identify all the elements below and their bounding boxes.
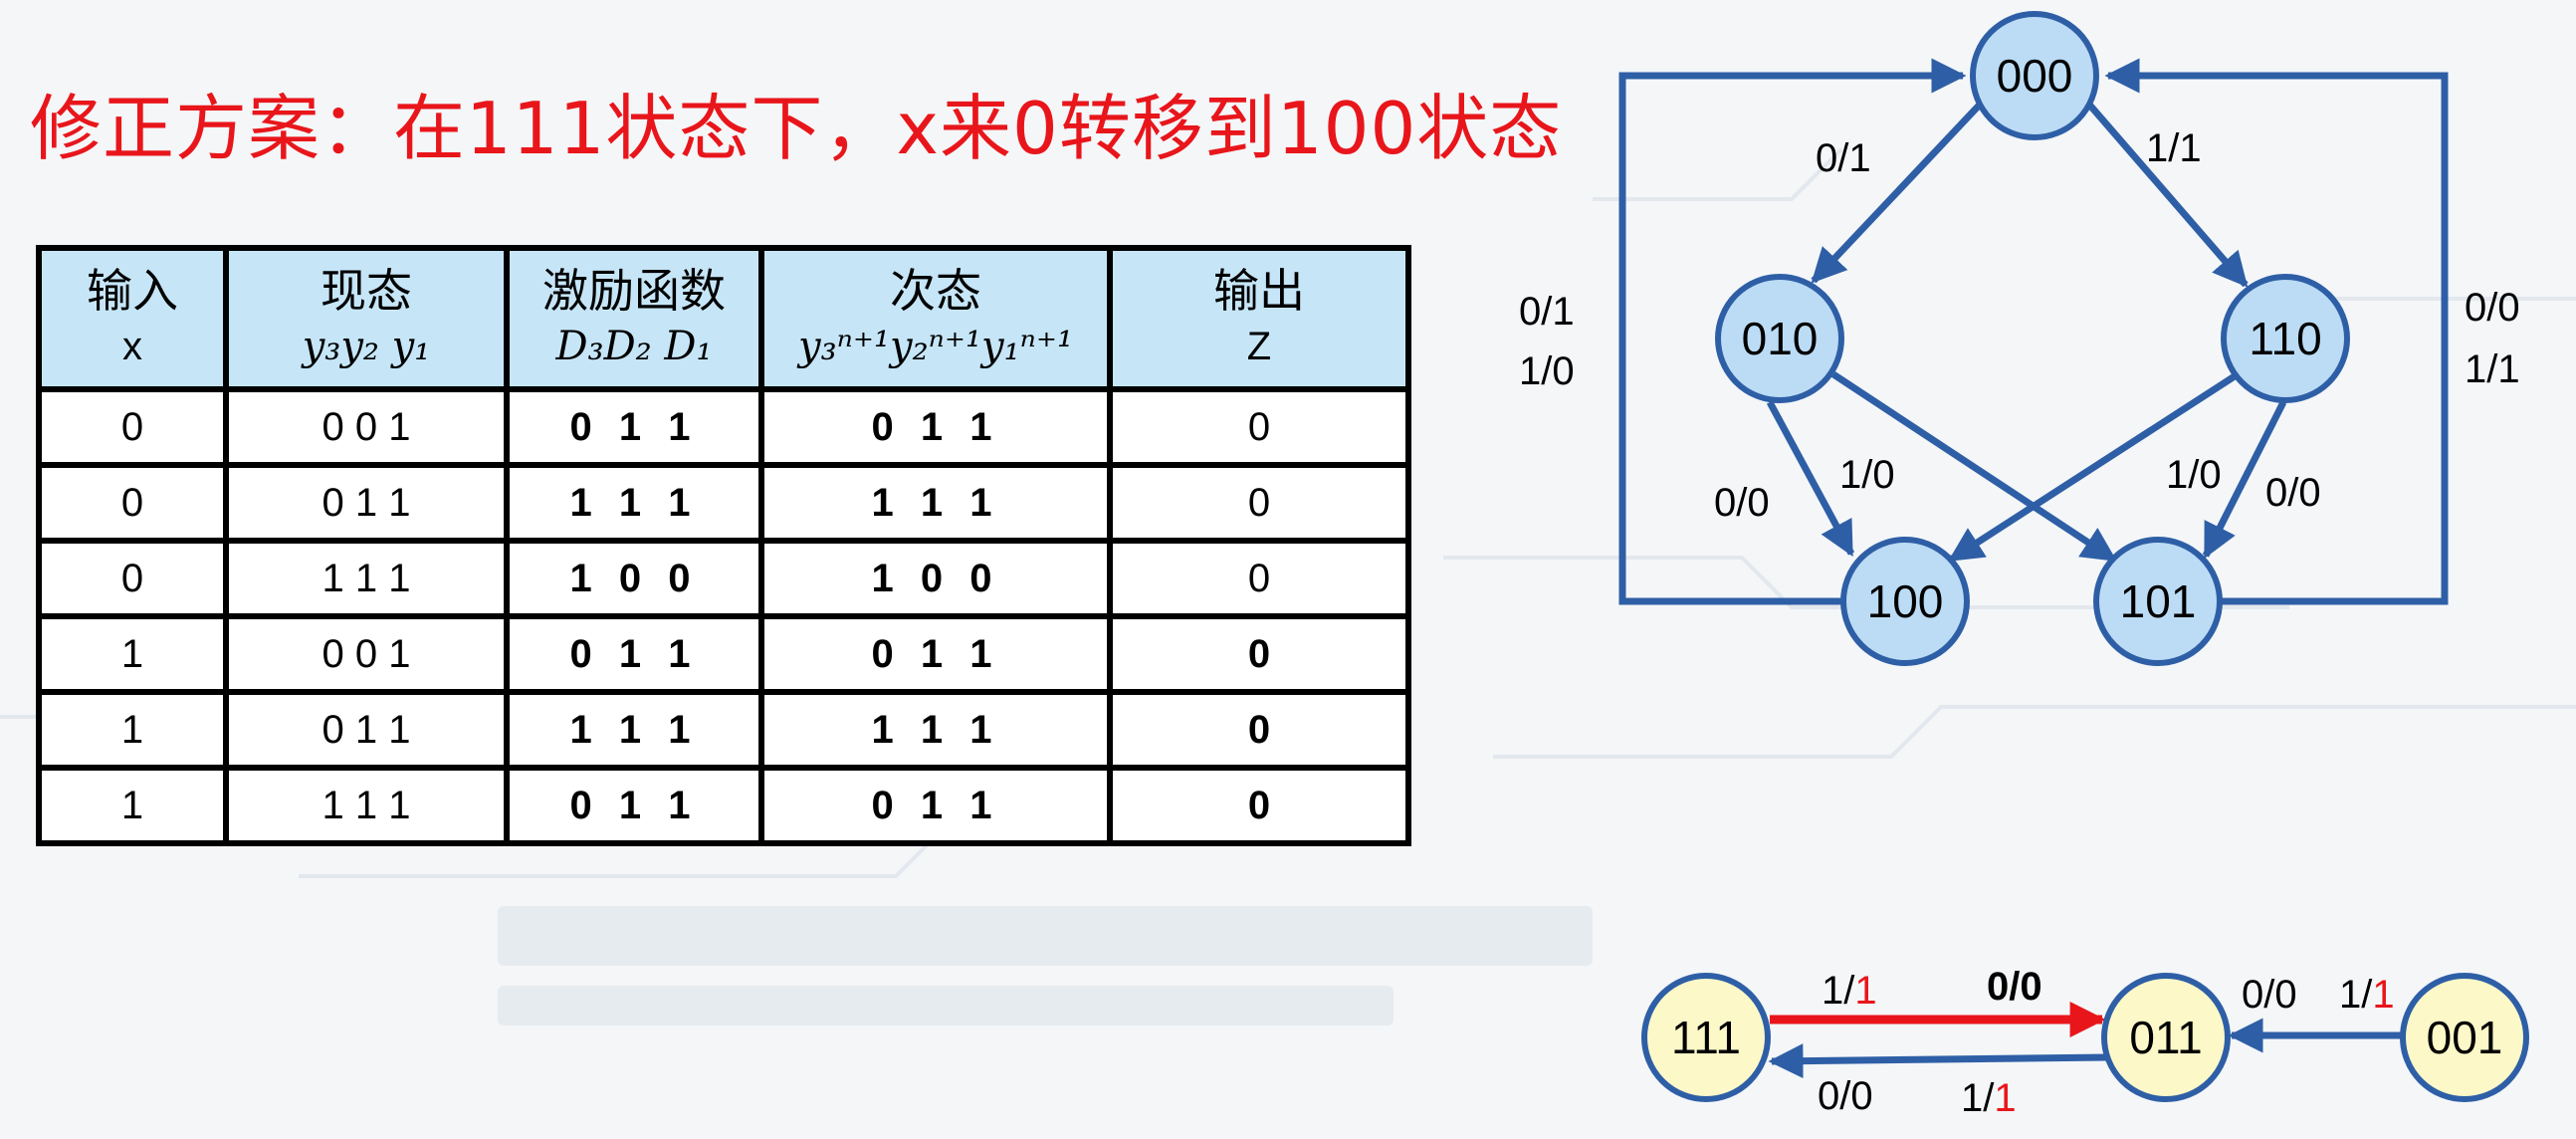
label-right-loop-a: 0/0 xyxy=(2465,286,2520,330)
svg-text:100: 100 xyxy=(1867,575,1944,627)
svg-text:000: 000 xyxy=(1997,50,2073,102)
state-node-110: 110 xyxy=(2221,274,2350,403)
label-011-111-bot-a: 0/0 xyxy=(1818,1074,1873,1118)
edge-011-to-111 xyxy=(1768,1043,2109,1079)
state-node-011: 011 xyxy=(2101,973,2231,1102)
label-right-loop-b: 1/1 xyxy=(2465,347,2520,391)
label-left-loop-b: 1/0 xyxy=(1519,349,1575,393)
label-000-010: 0/1 xyxy=(1816,136,1871,180)
svg-text:001: 001 xyxy=(2427,1012,2503,1063)
state-node-000: 000 xyxy=(1970,11,2099,140)
state-node-111: 111 xyxy=(1641,973,1771,1102)
svg-text:101: 101 xyxy=(2120,575,2197,627)
label-111-011-top-a: 1/1 xyxy=(1822,969,1877,1013)
state-node-100: 100 xyxy=(1840,537,1970,666)
svg-text:111: 111 xyxy=(1671,1012,1741,1063)
label-111-011-top-b: 0/0 xyxy=(1987,965,2042,1009)
label-011-111-bot-b: 1/1 xyxy=(1961,1076,2017,1120)
svg-text:110: 110 xyxy=(2249,313,2321,364)
svg-text:011: 011 xyxy=(2129,1012,2202,1063)
svg-text:010: 010 xyxy=(1742,313,1819,364)
label-010-100: 0/0 xyxy=(1714,481,1770,525)
label-000-110: 1/1 xyxy=(2146,126,2202,170)
label-left-loop-a: 0/1 xyxy=(1519,290,1575,334)
state-diagram: 000 010 110 100 101 111 011 001 0/1 1/1 … xyxy=(1519,11,2529,1120)
label-001-011-a: 0/0 xyxy=(2242,973,2297,1017)
label-010-101: 1/0 xyxy=(1839,453,1895,497)
state-node-010: 010 xyxy=(1715,274,1844,403)
state-node-101: 101 xyxy=(2093,537,2223,666)
label-110-100: 1/0 xyxy=(2166,453,2222,497)
label-001-011-b: 1/1 xyxy=(2339,973,2395,1017)
label-110-101: 0/0 xyxy=(2265,471,2321,515)
state-node-001: 001 xyxy=(2400,973,2529,1102)
edge-000-to-010 xyxy=(1811,103,1982,284)
